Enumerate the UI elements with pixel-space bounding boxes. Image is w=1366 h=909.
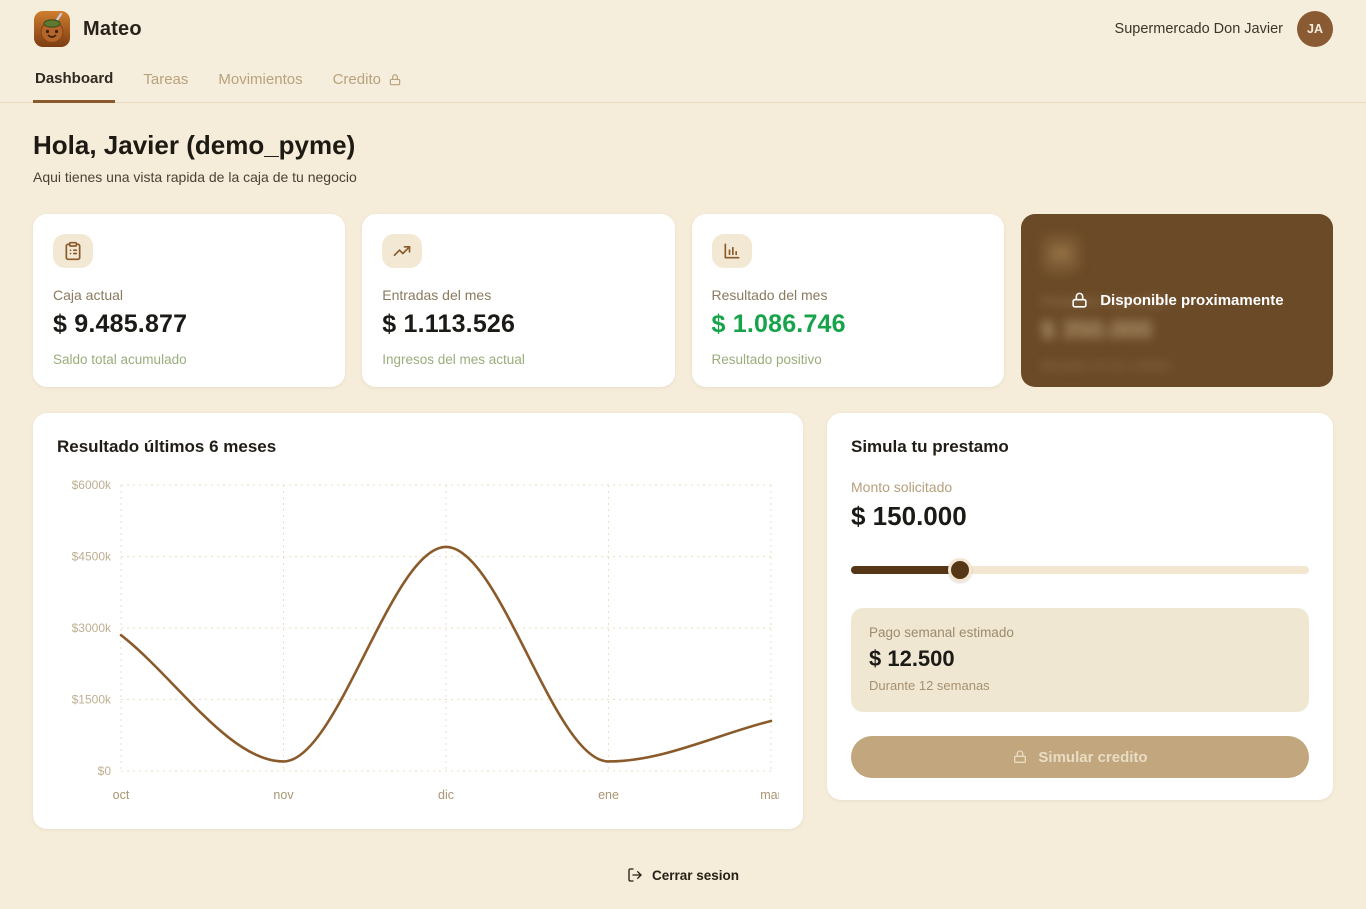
- brand: Mateo: [33, 10, 142, 48]
- svg-text:$4500k: $4500k: [72, 550, 112, 564]
- lock-icon: [1072, 292, 1087, 308]
- loan-simulator-card: Simula tu prestamo Monto solicitado $ 15…: [827, 413, 1333, 800]
- svg-text:$1500k: $1500k: [72, 693, 112, 707]
- clipboard-icon: [53, 234, 93, 268]
- lock-icon: [1014, 750, 1027, 763]
- chart-title: Resultado últimos 6 meses: [57, 437, 277, 456]
- app-title: Mateo: [83, 17, 142, 40]
- locked-stat-card: Prestamo disponible $ 350.000 Basado en …: [1020, 214, 1333, 387]
- svg-text:$0: $0: [98, 764, 112, 778]
- stat-label: Resultado del mes: [711, 287, 828, 303]
- svg-text:dic: dic: [438, 788, 454, 802]
- results-chart-card: Resultado últimos 6 meses $6000k $4500k $3…: [33, 413, 803, 829]
- stat-value: $ 1.086.746: [711, 310, 846, 338]
- svg-text:$3000k: $3000k: [72, 621, 112, 635]
- tab-label: Dashboard: [35, 70, 114, 87]
- main-nav: Dashboard Tareas Movimientos Credito: [33, 62, 1333, 103]
- svg-text:mar: mar: [760, 788, 779, 802]
- page-title: Hola, Javier (demo_pyme): [33, 130, 356, 160]
- stat-note: Saldo total acumulado: [53, 352, 187, 367]
- simulator-title: Simula tu prestamo: [851, 437, 1009, 456]
- tab-credito[interactable]: Credito: [331, 62, 404, 102]
- svg-text:oct: oct: [113, 788, 130, 802]
- amount-value: $ 150.000: [851, 501, 967, 531]
- logout-label: Cerrar sesion: [651, 867, 740, 883]
- logout-button[interactable]: Cerrar sesion: [627, 867, 739, 883]
- tab-tareas[interactable]: Tareas: [141, 62, 190, 102]
- logout-icon: [628, 868, 642, 882]
- stats-row: Caja actual $ 9.485.877 Saldo total acum…: [33, 214, 1333, 387]
- account-name: Supermercado Don Javier: [1114, 21, 1283, 37]
- svg-text:$6000k: $6000k: [72, 478, 112, 492]
- payment-label: Pago semanal estimado: [869, 625, 1014, 640]
- payment-value: $ 12.500: [869, 646, 955, 671]
- stat-card-entradas: Entradas del mes $ 1.113.526 Ingresos de…: [362, 214, 675, 387]
- page-subtitle: Aqui tienes una vista rapida de la caja …: [33, 169, 357, 185]
- simulate-credit-button[interactable]: Simular credito: [851, 736, 1309, 778]
- stat-label: Caja actual: [53, 287, 124, 303]
- bar-chart-icon: [711, 234, 752, 268]
- tab-movimientos[interactable]: Movimientos: [216, 62, 304, 102]
- slider-thumb[interactable]: [947, 558, 972, 582]
- stat-note: Resultado positivo: [711, 352, 822, 367]
- stat-value: $ 1.113.526: [382, 310, 516, 338]
- payment-note: Durante 12 semanas: [869, 678, 990, 693]
- tab-label: Credito: [332, 71, 381, 88]
- stat-card-resultado: Resultado del mes $ 1.086.746 Resultado …: [691, 214, 1004, 387]
- stat-label: Entradas del mes: [382, 287, 492, 303]
- coming-soon-label: Disponible proximamente: [1100, 292, 1284, 309]
- simulate-credit-label: Simular credito: [1038, 748, 1148, 766]
- mate-gourd-icon: [34, 11, 70, 47]
- trending-up-icon: [382, 234, 423, 268]
- stat-card-caja: Caja actual $ 9.485.877 Saldo total acum…: [33, 214, 346, 387]
- tab-dashboard[interactable]: Dashboard: [33, 62, 116, 103]
- weekly-payment-box: Pago semanal estimado $ 12.500 Durante 1…: [851, 608, 1309, 712]
- coming-soon-overlay: Disponible proximamente: [1021, 214, 1333, 387]
- tab-label: Tareas: [143, 71, 189, 88]
- lock-icon: [389, 73, 401, 85]
- avatar[interactable]: JA: [1297, 11, 1333, 47]
- stat-value: $ 9.485.877: [53, 310, 188, 338]
- svg-text:nov: nov: [273, 788, 294, 802]
- amount-slider[interactable]: [851, 558, 1309, 582]
- tab-label: Movimientos: [218, 71, 303, 88]
- line-chart: $6000k $4500k $3000k $1500k $0oct nov dic ene ma…: [72, 478, 782, 802]
- stat-note: Ingresos del mes actual: [382, 352, 525, 367]
- app-header: Mateo Supermercado Don Javier JA Dashboa…: [0, 0, 1366, 103]
- svg-text:ene: ene: [598, 788, 619, 802]
- slider-fill: [851, 566, 960, 574]
- amount-label: Monto solicitado: [851, 479, 953, 495]
